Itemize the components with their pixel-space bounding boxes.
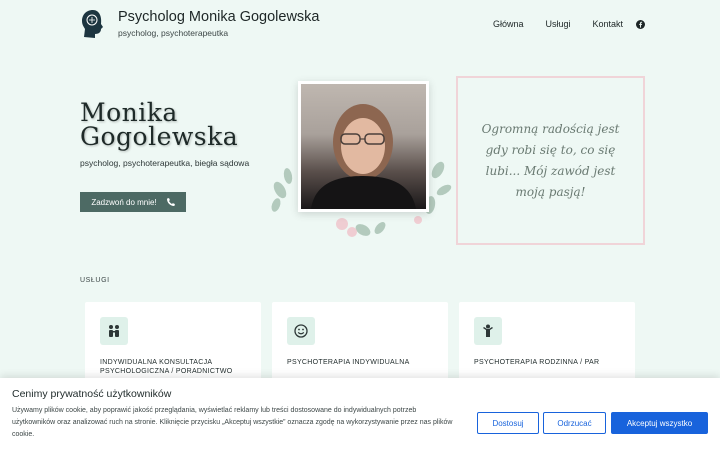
cookie-text: Używamy plików cookie, aby poprawić jako… — [12, 407, 453, 438]
site-title[interactable]: Psycholog Monika Gogolewska — [118, 9, 320, 25]
site-header: Psycholog Monika Gogolewska psycholog, p… — [0, 0, 720, 52]
quote-text: Ogromną radością jest gdy robi się to, c… — [481, 121, 620, 199]
people-icon — [100, 317, 128, 345]
cookie-customize-button[interactable]: Dostosuj — [477, 412, 539, 434]
hero-role: psycholog, psychoterapeutka, biegła sądo… — [80, 158, 250, 168]
service-card-title: INDYWIDUALNA KONSULTACJA PSYCHOLOGICZNA … — [100, 359, 233, 375]
quote-box: Ogromną radością jest gdy robi się to, c… — [456, 76, 645, 245]
cookie-reject-button[interactable]: Odrzucać — [543, 412, 606, 434]
nav-item-contact[interactable]: Kontakt — [592, 19, 623, 29]
head-brain-logo-icon[interactable] — [81, 9, 104, 39]
call-button-label: Zadzwoń do mnie! — [91, 197, 157, 207]
facebook-icon[interactable] — [636, 19, 645, 29]
cookie-accept-button[interactable]: Akceptuj wszystko — [611, 412, 708, 434]
site-subtitle: psycholog, psychoterapeutka — [118, 28, 229, 38]
smiley-icon — [287, 317, 315, 345]
profile-photo-frame — [298, 81, 429, 212]
profile-photo — [301, 84, 426, 209]
phone-icon — [166, 198, 175, 206]
service-card-title: PSYCHOTERAPIA RODZINNA / PAR — [474, 359, 600, 366]
service-card-title: PSYCHOTERAPIA INDYWIDUALNA — [287, 359, 410, 366]
services-section-label: Usługi — [80, 277, 110, 284]
cookie-banner: Cenimy prywatność użytkowników Używamy p… — [0, 378, 720, 450]
person-icon — [474, 317, 502, 345]
nav-item-home[interactable]: Główna — [493, 19, 524, 29]
call-button[interactable]: Zadzwoń do mnie! — [80, 192, 186, 212]
hero-name: Monika Gogolewska — [80, 98, 239, 151]
main-nav: Główna Usługi Kontakt — [471, 19, 645, 29]
cookie-title: Cenimy prywatność użytkowników — [12, 388, 172, 400]
nav-item-services[interactable]: Usługi — [545, 19, 570, 29]
